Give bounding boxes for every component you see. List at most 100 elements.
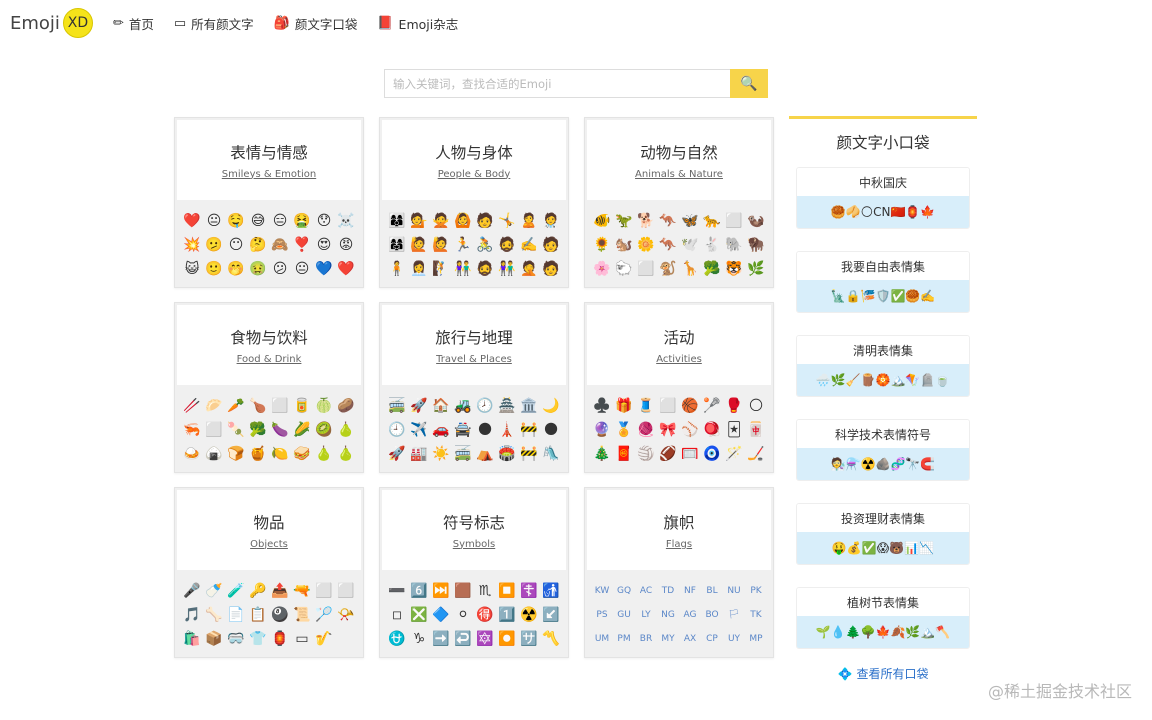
emoji-item[interactable]: 🎷 (314, 627, 334, 651)
emoji-item[interactable]: 🚴 (475, 233, 495, 257)
category-subtitle-link[interactable]: Symbols (453, 539, 495, 550)
category-header[interactable]: 符号标志 Symbols (382, 490, 566, 570)
emoji-item[interactable]: 🥟 (204, 394, 224, 418)
emoji-item[interactable]: 🍆 (270, 418, 290, 442)
emoji-item[interactable]: 👫 (453, 257, 473, 281)
emoji-item[interactable]: 🍐 (336, 418, 356, 442)
emoji-item[interactable]: ☢️ (519, 603, 539, 627)
emoji-item[interactable]: 🍙 (204, 442, 224, 466)
emoji-item[interactable]: ⬜ (658, 394, 678, 418)
flag-code-item[interactable]: MP (746, 627, 766, 651)
emoji-item[interactable]: 🦐 (182, 418, 202, 442)
emoji-item[interactable]: 🤸 (497, 209, 517, 233)
emoji-item[interactable]: 🐯 (724, 257, 744, 281)
emoji-item[interactable]: ☦️ (519, 579, 539, 603)
emoji-item[interactable]: 🐿️ (614, 233, 634, 257)
emoji-item[interactable]: 📋 (248, 603, 268, 627)
nav-all-kaomoji-link[interactable]: ▭ 所有颜文字 (174, 14, 254, 33)
nav-magazine-link[interactable]: 📕 Emoji杂志 (377, 14, 458, 33)
emoji-item[interactable]: 🧔 (497, 233, 517, 257)
flag-code-item[interactable]: GU (614, 603, 634, 627)
emoji-item[interactable]: 🧪 (226, 579, 246, 603)
flag-code-item[interactable]: PK (746, 579, 766, 603)
flag-code-item[interactable]: BR (636, 627, 656, 651)
emoji-item[interactable]: ☀️ (431, 442, 451, 466)
emoji-item[interactable]: 🏠 (431, 394, 451, 418)
flag-code-item[interactable]: KW (592, 579, 612, 603)
flag-code-item[interactable]: MY (658, 627, 678, 651)
emoji-item[interactable]: 〽️ (541, 627, 561, 651)
emoji-item[interactable]: 🕘 (387, 418, 407, 442)
emoji-item[interactable]: 🎄 (592, 442, 612, 466)
emoji-item[interactable]: ⚪ (453, 603, 473, 627)
emoji-item[interactable]: 🛍️ (182, 627, 202, 651)
pocket-card[interactable]: 我要自由表情集 🗽🔒🎏🛡️✅🥮✍️ (796, 251, 970, 313)
pocket-card[interactable]: 植树节表情集 🌱💧🌲🌳🍁🍂🌿🏔️🪓 (796, 587, 970, 649)
emoji-item[interactable]: ▭ (292, 627, 312, 651)
emoji-item[interactable]: 🥍 (702, 394, 722, 418)
emoji-item[interactable]: 💥 (182, 233, 202, 257)
emoji-item[interactable]: 🧶 (636, 418, 656, 442)
emoji-item[interactable]: 🌕 (746, 394, 766, 418)
emoji-item[interactable]: ⏭️ (431, 579, 451, 603)
emoji-item[interactable]: 🤦 (519, 257, 539, 281)
emoji-item[interactable]: 🚜 (453, 394, 473, 418)
emoji-item[interactable]: 🚀 (409, 394, 429, 418)
emoji-item[interactable]: 🀄 (746, 418, 766, 442)
emoji-item[interactable]: 😡 (336, 233, 356, 257)
emoji-item[interactable]: 😅 (248, 209, 268, 233)
emoji-item[interactable]: ➖ (387, 579, 407, 603)
emoji-item[interactable]: ❤️ (182, 209, 202, 233)
emoji-item[interactable]: 🥢 (182, 394, 202, 418)
emoji-item[interactable]: 🥕 (226, 394, 246, 418)
flag-code-item[interactable]: UY (724, 627, 744, 651)
view-all-pockets-link[interactable]: 💠 查看所有口袋 (789, 665, 977, 682)
emoji-item[interactable]: 🌑 (541, 418, 561, 442)
category-header[interactable]: 旗帜 Flags (587, 490, 771, 570)
emoji-item[interactable]: 🎀 (658, 418, 678, 442)
emoji-item[interactable]: 🙋 (431, 233, 451, 257)
emoji-item[interactable]: 🍞 (226, 442, 246, 466)
emoji-item[interactable]: 🏛️ (519, 394, 539, 418)
emoji-item[interactable]: 👩‍👩‍👧 (387, 233, 407, 257)
emoji-item[interactable]: 😐 (204, 209, 224, 233)
emoji-item[interactable]: 📦 (204, 627, 224, 651)
emoji-item[interactable]: 1️⃣ (497, 603, 517, 627)
emoji-item[interactable]: ♣️ (592, 394, 612, 418)
emoji-item[interactable]: 🧧 (614, 442, 634, 466)
category-subtitle-link[interactable]: Animals & Nature (635, 169, 723, 180)
flag-code-item[interactable]: BO (702, 603, 722, 627)
emoji-item[interactable]: 🐑 (614, 257, 634, 281)
emoji-item[interactable]: 👕 (248, 627, 268, 651)
emoji-item[interactable]: 🃏 (724, 418, 744, 442)
category-header[interactable]: 活动 Activities (587, 305, 771, 385)
emoji-item[interactable]: 🏮 (270, 627, 290, 651)
emoji-item[interactable]: ⬜ (724, 209, 744, 233)
emoji-item[interactable]: 🙂 (204, 257, 224, 281)
category-subtitle-link[interactable]: People & Body (438, 169, 511, 180)
category-subtitle-link[interactable]: Flags (666, 539, 692, 550)
emoji-item[interactable]: 🍼 (204, 579, 224, 603)
emoji-item[interactable]: 🚧 (519, 442, 539, 466)
emoji-item[interactable]: 🦘 (658, 233, 678, 257)
category-header[interactable]: 旅行与地理 Travel & Places (382, 305, 566, 385)
emoji-item[interactable]: 🗼 (497, 418, 517, 442)
nav-home-link[interactable]: ✏ 首页 (113, 14, 154, 33)
emoji-item[interactable]: 🚀 (387, 442, 407, 466)
emoji-item[interactable]: 🍛 (182, 442, 202, 466)
emoji-item[interactable]: 🏯 (497, 394, 517, 418)
flag-code-item[interactable]: CP (702, 627, 722, 651)
flag-code-item[interactable]: UM (592, 627, 612, 651)
emoji-item[interactable]: 🪀 (702, 418, 722, 442)
emoji-item[interactable]: 🦦 (746, 209, 766, 233)
emoji-item[interactable]: 🤤 (226, 209, 246, 233)
emoji-item[interactable]: 💙 (314, 257, 334, 281)
nav-pocket-link[interactable]: 🎒 颜文字口袋 (274, 14, 358, 33)
emoji-item[interactable]: 🙎 (519, 209, 539, 233)
emoji-item[interactable]: 🪄 (724, 442, 744, 466)
emoji-item[interactable]: 😑 (270, 209, 290, 233)
emoji-item[interactable]: 🥦 (702, 257, 722, 281)
emoji-item[interactable]: 🏃 (453, 233, 473, 257)
pocket-card[interactable]: 中秋国庆 🥮🥠🌕CN🇨🇳🏮🍁 (796, 167, 970, 229)
emoji-item[interactable]: ⏺️ (497, 627, 517, 651)
